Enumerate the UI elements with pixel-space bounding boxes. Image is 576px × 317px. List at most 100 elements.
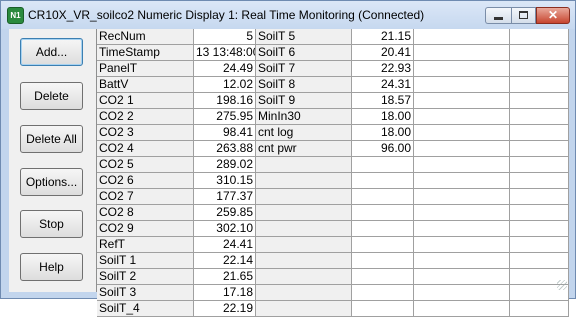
field-name-cell[interactable]: SoilT 1 — [97, 253, 194, 269]
empty-cell[interactable] — [256, 301, 352, 317]
field-value-cell[interactable]: 18.57 — [352, 93, 414, 109]
numeric-display-grid[interactable]: RecNum TimeStamp PanelT BattV CO2 1 CO2 2 CO2 … — [96, 29, 569, 317]
empty-cell[interactable] — [352, 301, 414, 317]
field-value-cell[interactable]: 310.15 — [194, 173, 256, 189]
field-value-cell[interactable]: 24.31 — [352, 77, 414, 93]
minimize-button[interactable] — [485, 7, 511, 24]
empty-cell[interactable] — [510, 157, 569, 173]
empty-cell[interactable] — [256, 253, 352, 269]
empty-cell[interactable] — [510, 77, 569, 93]
field-name-cell[interactable]: SoilT_4 — [97, 301, 194, 317]
field-name-cell[interactable]: SoilT 6 — [256, 45, 352, 61]
empty-cell[interactable] — [510, 61, 569, 77]
field-value-cell[interactable]: 177.37 — [194, 189, 256, 205]
field-name-cell[interactable]: TimeStamp — [97, 45, 194, 61]
empty-cell[interactable] — [352, 189, 414, 205]
field-name-cell[interactable]: RefT — [97, 237, 194, 253]
empty-cell[interactable] — [256, 221, 352, 237]
field-name-cell[interactable]: RecNum — [97, 29, 194, 45]
empty-cell[interactable] — [510, 141, 569, 157]
field-value-cell[interactable]: 275.95 — [194, 109, 256, 125]
empty-cell[interactable] — [510, 125, 569, 141]
field-name-cell[interactable]: CO2 1 — [97, 93, 194, 109]
empty-cell[interactable] — [510, 29, 569, 45]
options-button[interactable]: Options... — [20, 168, 83, 196]
field-value-cell[interactable]: 21.65 — [194, 269, 256, 285]
empty-cell[interactable] — [352, 173, 414, 189]
empty-cell[interactable] — [352, 221, 414, 237]
field-value-cell[interactable]: 20.41 — [352, 45, 414, 61]
field-name-cell[interactable]: CO2 2 — [97, 109, 194, 125]
field-name-cell[interactable]: CO2 5 — [97, 157, 194, 173]
empty-cell[interactable] — [510, 173, 569, 189]
empty-cell[interactable] — [256, 157, 352, 173]
empty-cell[interactable] — [352, 157, 414, 173]
empty-cell[interactable] — [414, 93, 510, 109]
empty-cell[interactable] — [414, 269, 510, 285]
empty-cell[interactable] — [414, 61, 510, 77]
empty-cell[interactable] — [414, 125, 510, 141]
empty-cell[interactable] — [414, 157, 510, 173]
field-name-cell[interactable]: CO2 3 — [97, 125, 194, 141]
empty-cell[interactable] — [510, 253, 569, 269]
field-value-cell[interactable]: 5 — [194, 29, 256, 45]
field-name-cell[interactable]: CO2 9 — [97, 221, 194, 237]
empty-cell[interactable] — [510, 301, 569, 317]
empty-cell[interactable] — [256, 173, 352, 189]
empty-cell[interactable] — [414, 189, 510, 205]
field-name-cell[interactable]: CO2 8 — [97, 205, 194, 221]
empty-cell[interactable] — [510, 109, 569, 125]
title-bar[interactable]: N1 CR10X_VR_soilco2 Numeric Display 1: R… — [1, 1, 575, 29]
empty-cell[interactable] — [352, 253, 414, 269]
field-value-cell[interactable]: 198.16 — [194, 93, 256, 109]
empty-cell[interactable] — [352, 269, 414, 285]
field-value-cell[interactable]: 302.10 — [194, 221, 256, 237]
field-name-cell[interactable]: MinIn30 — [256, 109, 352, 125]
field-value-cell[interactable]: 12.02 — [194, 77, 256, 93]
field-value-cell[interactable]: 259.85 — [194, 205, 256, 221]
delete-all-button[interactable]: Delete All — [20, 125, 83, 153]
field-value-cell[interactable]: 289.02 — [194, 157, 256, 173]
field-name-cell[interactable]: CO2 6 — [97, 173, 194, 189]
field-value-cell[interactable]: 18.00 — [352, 125, 414, 141]
field-value-cell[interactable]: 98.41 — [194, 125, 256, 141]
close-button[interactable]: ✕ — [536, 7, 570, 24]
field-name-cell[interactable]: cnt log — [256, 125, 352, 141]
empty-cell[interactable] — [510, 189, 569, 205]
empty-cell[interactable] — [352, 205, 414, 221]
maximize-button[interactable] — [511, 7, 536, 24]
empty-cell[interactable] — [414, 205, 510, 221]
stop-button[interactable]: Stop — [20, 210, 83, 238]
empty-cell[interactable] — [256, 205, 352, 221]
empty-cell[interactable] — [510, 237, 569, 253]
field-value-cell[interactable]: 18.00 — [352, 109, 414, 125]
empty-cell[interactable] — [414, 237, 510, 253]
empty-cell[interactable] — [414, 45, 510, 61]
field-value-cell[interactable]: 13 13:48:00 — [194, 45, 256, 61]
empty-cell[interactable] — [414, 301, 510, 317]
empty-cell[interactable] — [510, 93, 569, 109]
field-name-cell[interactable]: SoilT 9 — [256, 93, 352, 109]
empty-cell[interactable] — [510, 205, 569, 221]
empty-cell[interactable] — [414, 253, 510, 269]
field-name-cell[interactable]: CO2 7 — [97, 189, 194, 205]
field-value-cell[interactable]: 24.41 — [194, 237, 256, 253]
field-value-cell[interactable]: 263.88 — [194, 141, 256, 157]
empty-cell[interactable] — [414, 77, 510, 93]
field-value-cell[interactable]: 24.49 — [194, 61, 256, 77]
field-value-cell[interactable]: 22.19 — [194, 301, 256, 317]
field-name-cell[interactable]: BattV — [97, 77, 194, 93]
empty-cell[interactable] — [352, 237, 414, 253]
field-name-cell[interactable]: cnt pwr — [256, 141, 352, 157]
field-name-cell[interactable]: SoilT 5 — [256, 29, 352, 45]
empty-cell[interactable] — [510, 45, 569, 61]
empty-cell[interactable] — [256, 189, 352, 205]
empty-cell[interactable] — [414, 173, 510, 189]
field-value-cell[interactable]: 22.14 — [194, 253, 256, 269]
field-name-cell[interactable]: PanelT — [97, 61, 194, 77]
field-value-cell[interactable]: 22.93 — [352, 61, 414, 77]
field-name-cell[interactable]: CO2 4 — [97, 141, 194, 157]
empty-cell[interactable] — [414, 29, 510, 45]
empty-cell[interactable] — [256, 237, 352, 253]
empty-cell[interactable] — [414, 109, 510, 125]
